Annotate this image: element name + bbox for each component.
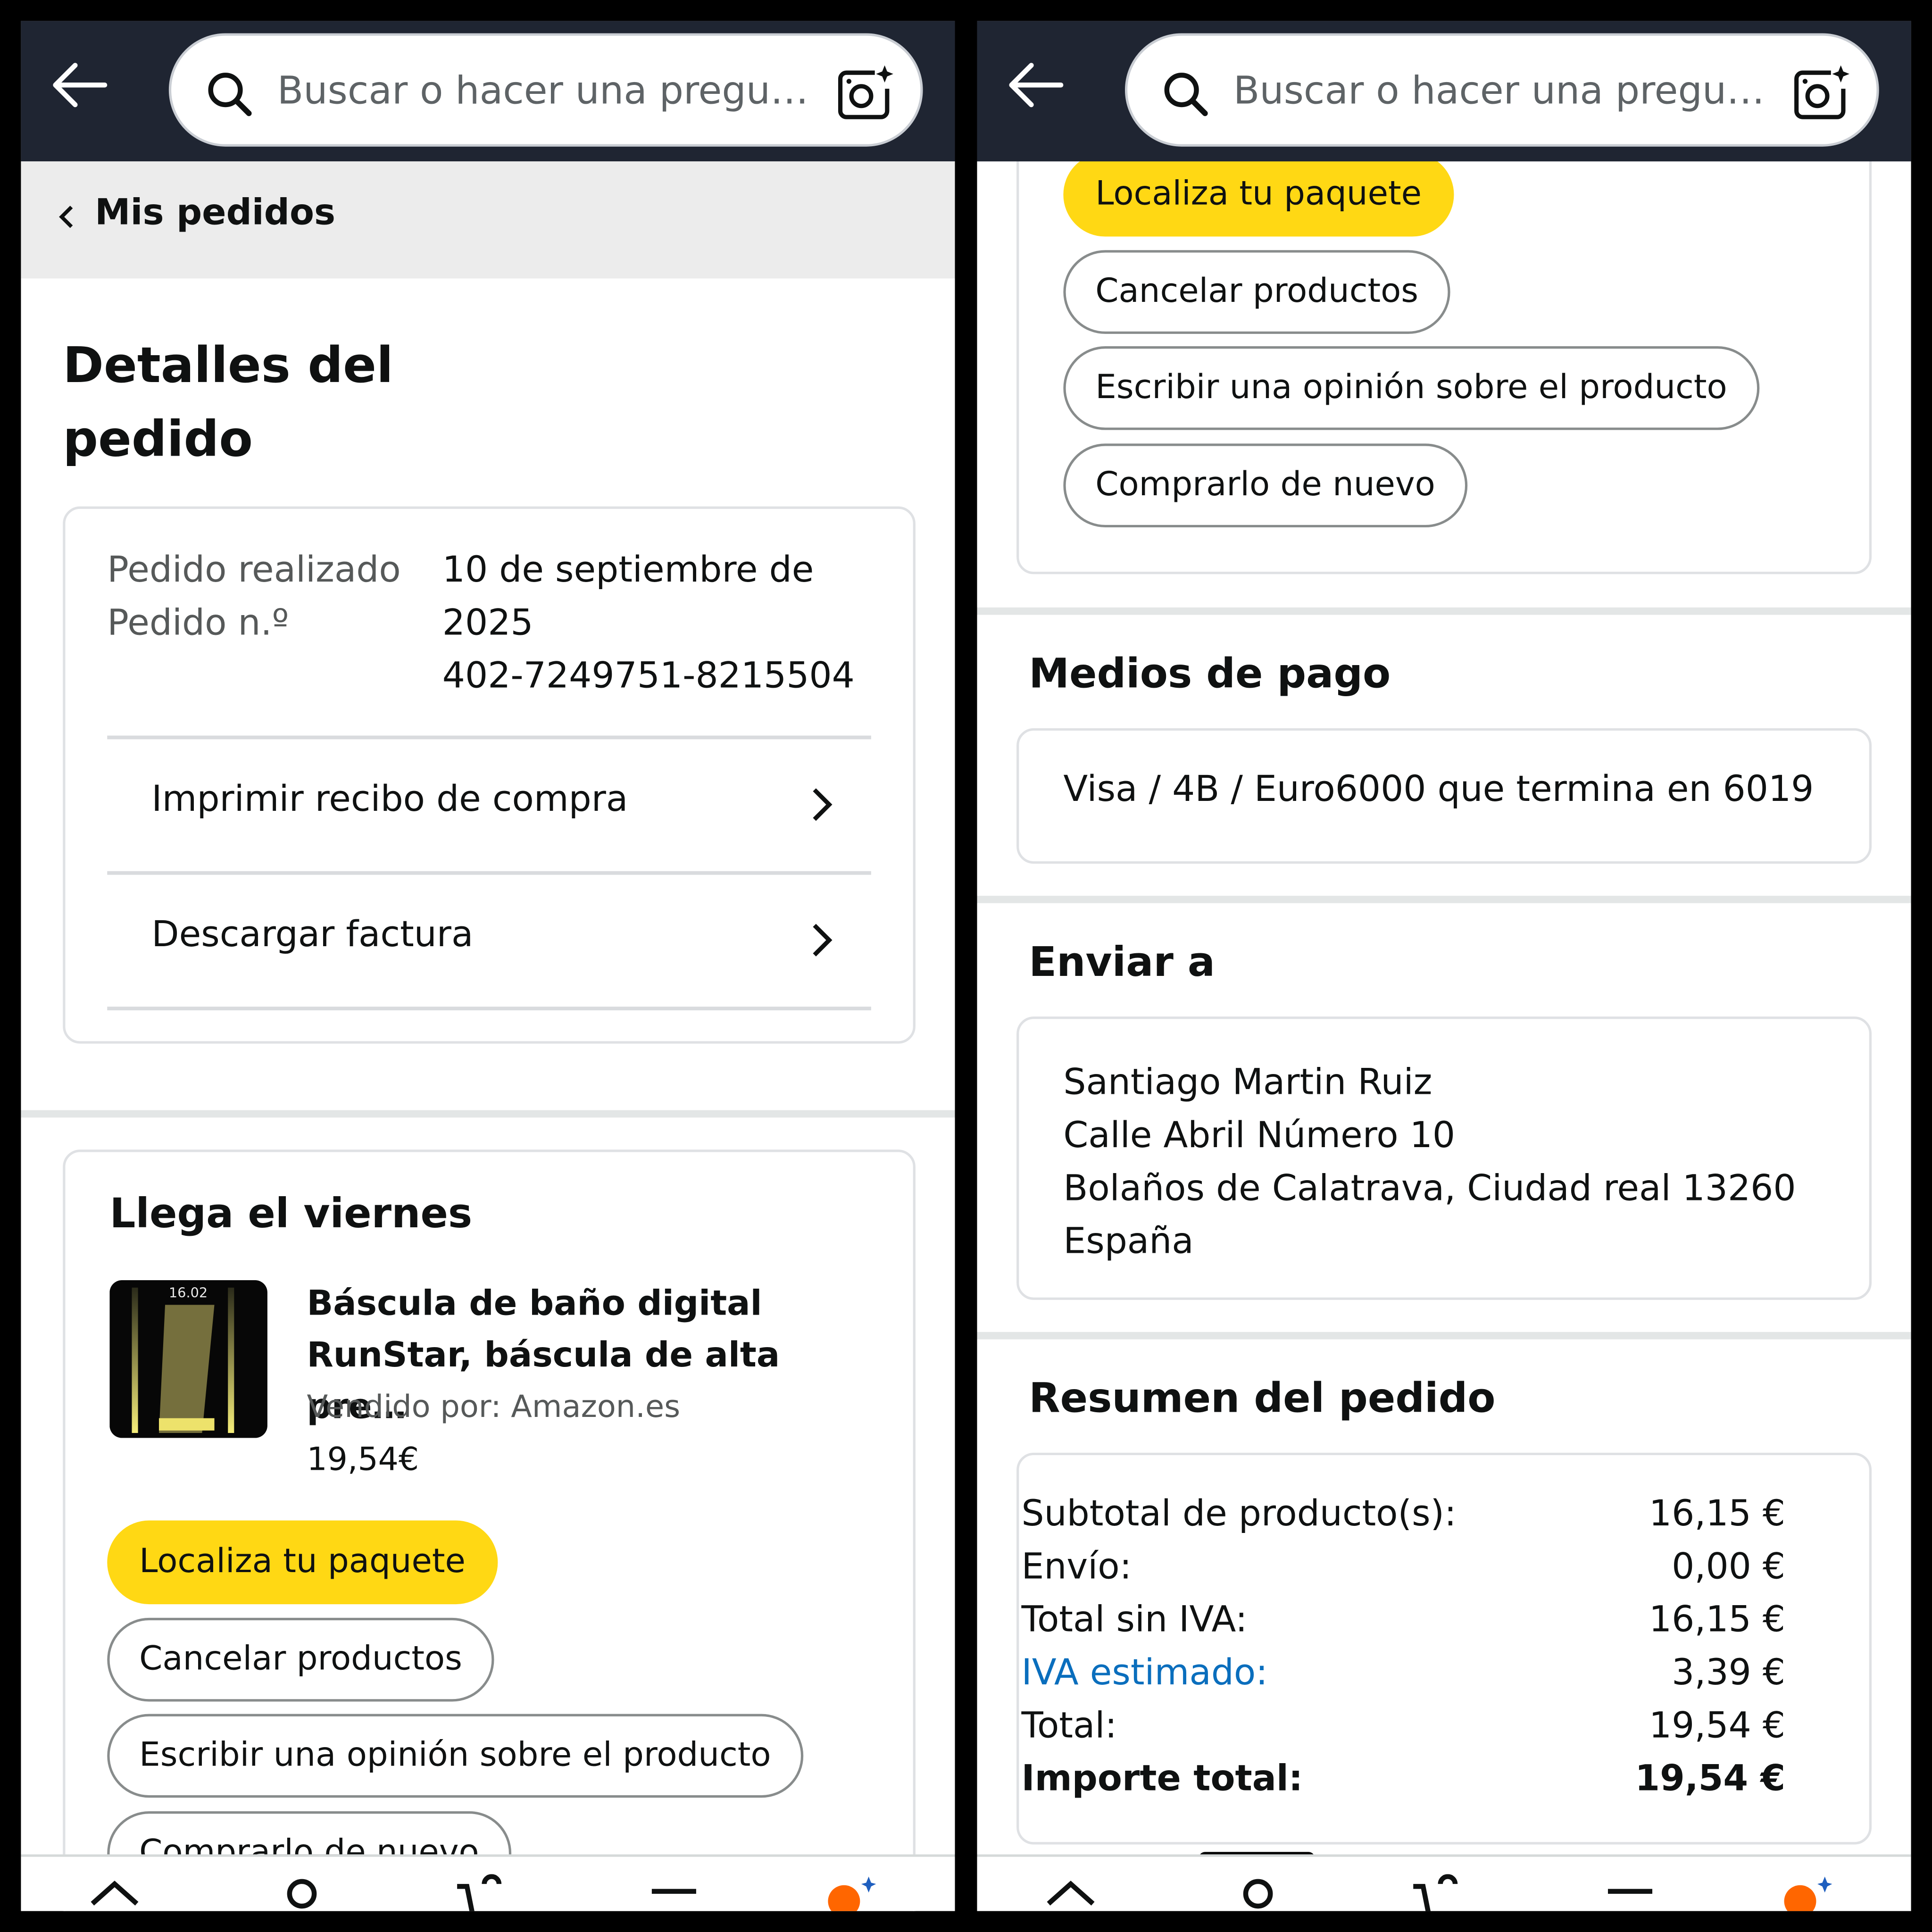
search-bar[interactable] [1124, 33, 1879, 147]
camera-lens-icon[interactable] [834, 63, 893, 122]
section-separator [977, 607, 1911, 615]
cancel-items-button[interactable]: Cancelar productos [107, 1617, 494, 1702]
buy-again-button[interactable]: Comprarlo de nuevo [1063, 443, 1467, 528]
seller-label: Vendido por: Amazon.es [307, 1389, 681, 1424]
search-input[interactable] [1233, 58, 1764, 125]
screenshot-collage: Mis pedidos Detalles delpedido Pedido re… [0, 0, 1932, 1932]
search-bar[interactable] [168, 33, 923, 147]
address-country: España [1063, 1220, 1194, 1262]
bottom-navigation [977, 1854, 1911, 1911]
divider [107, 1007, 871, 1011]
menu-icon[interactable] [1603, 1874, 1657, 1911]
address-city: Bolaños de Calatrava, Ciudad real 13260 [1063, 1166, 1796, 1209]
breadcrumb-label[interactable]: Mis pedidos [95, 191, 335, 233]
scale-image [109, 1280, 267, 1438]
track-package-button[interactable]: Localiza tu paquete [1063, 152, 1454, 237]
page-title: Detalles del pedido [63, 337, 393, 468]
cart-icon[interactable] [1411, 1874, 1465, 1911]
address-street: Calle Abril Número 10 [1063, 1114, 1456, 1156]
payment-card: Visa / 4B / Euro6000 que termina en 6019 [1016, 728, 1872, 864]
chevron-right-icon [813, 788, 833, 821]
cancel-items-button[interactable]: Cancelar productos [1063, 250, 1450, 334]
back-arrow-icon[interactable] [1004, 60, 1066, 109]
chevron-right-icon [813, 924, 833, 957]
rufus-icon[interactable] [1778, 1874, 1832, 1911]
product-price: 19,54€ [307, 1441, 419, 1479]
bottom-navigation [21, 1854, 955, 1911]
breadcrumb[interactable]: Mis pedidos [21, 161, 955, 279]
order-number-label: Pedido n.º [107, 601, 289, 643]
track-package-button[interactable]: Localiza tu paquete [107, 1520, 498, 1605]
back-arrow-icon[interactable] [48, 60, 110, 109]
home-icon[interactable] [1044, 1874, 1098, 1911]
vat-info-link[interactable]: IVA estimado: [1022, 1646, 1268, 1699]
recipient-name: Santiago Martin Ruiz [1063, 1061, 1432, 1103]
search-icon [1164, 73, 1208, 117]
scale-display-text: 16.02 [168, 1285, 208, 1301]
product-image[interactable]: 16.02 [109, 1280, 267, 1438]
summary-row-vat: IVA estimado: 3,39 € [1022, 1646, 1786, 1699]
top-bar [977, 21, 1911, 162]
home-icon[interactable] [87, 1874, 142, 1911]
summary-row-shipping: Envío: 0,00 € [1021, 1545, 1786, 1587]
download-invoice-label: Descargar factura [151, 913, 474, 955]
profile-icon[interactable] [275, 1874, 329, 1911]
order-summary-heading: Resumen del pedido [1029, 1374, 1496, 1422]
arrival-heading: Llega el viernes [109, 1189, 473, 1237]
top-bar [21, 21, 955, 162]
rufus-icon[interactable] [822, 1874, 876, 1911]
summary-row-total-no-vat: Total sin IVA: 16,15 € [1021, 1598, 1786, 1640]
order-date: 10 de septiembre de 2025 [442, 548, 814, 643]
cart-icon[interactable] [455, 1874, 509, 1911]
search-icon [208, 73, 252, 117]
chevron-left-icon [59, 206, 73, 228]
section-separator [977, 1332, 1911, 1340]
print-receipt-label: Imprimir recibo de compra [151, 777, 628, 820]
payment-heading: Medios de pago [1029, 649, 1391, 698]
shipping-address: Santiago Martin Ruiz Calle Abril Número … [1063, 1056, 1796, 1268]
order-placed-label: Pedido realizado [107, 548, 401, 591]
download-invoice-link[interactable]: Descargar factura [107, 874, 871, 1007]
order-details-screen-bottom: Localiza tu paquete Cancelar productos E… [977, 21, 1911, 1911]
summary-row-subtotal: Subtotal de producto(s): 16,15 € [1021, 1492, 1786, 1534]
print-receipt-link[interactable]: Imprimir recibo de compra [107, 738, 871, 871]
write-review-button[interactable]: Escribir una opinión sobre el producto [107, 1714, 803, 1798]
search-input[interactable] [277, 58, 808, 125]
section-separator [21, 1110, 955, 1118]
summary-row-total: Total: 19,54 € [1021, 1704, 1786, 1746]
profile-icon[interactable] [1231, 1874, 1285, 1911]
menu-icon[interactable] [647, 1874, 701, 1911]
payment-method: Visa / 4B / Euro6000 que termina en 6019 [1063, 767, 1814, 810]
ship-to-heading: Enviar a [1029, 937, 1216, 986]
summary-row-grand-total: Importe total: 19,54 € [1021, 1757, 1786, 1799]
order-details-screen-top: Mis pedidos Detalles delpedido Pedido re… [21, 21, 955, 1911]
address-card: Santiago Martin Ruiz Calle Abril Número … [1016, 1016, 1872, 1300]
order-number: 402-7249751-8215504 [442, 654, 855, 696]
camera-lens-icon[interactable] [1790, 63, 1849, 122]
write-review-button[interactable]: Escribir una opinión sobre el producto [1063, 346, 1759, 430]
section-separator [977, 896, 1911, 903]
